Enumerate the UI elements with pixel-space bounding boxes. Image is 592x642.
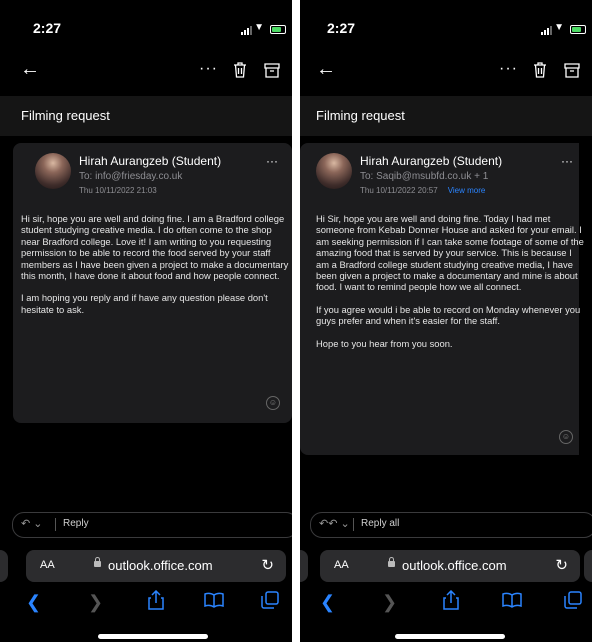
share-icon[interactable]: [442, 590, 460, 610]
more-options-icon[interactable]: ···: [199, 60, 218, 78]
reaction-icon[interactable]: ☺: [266, 396, 280, 410]
status-bar: 2:27 ▼: [300, 0, 592, 52]
body-paragraph: If you agree would i be able to record o…: [316, 303, 581, 327]
trash-icon[interactable]: [233, 62, 247, 78]
chevron-left-icon[interactable]: ❮: [320, 592, 335, 613]
archive-icon[interactable]: [564, 62, 580, 78]
message-more-icon[interactable]: ···: [266, 154, 278, 168]
subject-bar: Filming request: [0, 96, 292, 136]
email-subject: Filming request: [316, 108, 405, 123]
url-text[interactable]: outlook.office.com: [108, 558, 213, 573]
reply-all-icon[interactable]: ↶↶ ⌄: [319, 517, 350, 530]
next-tab-edge[interactable]: [584, 550, 592, 582]
mail-toolbar: ← ···: [0, 52, 292, 92]
subject-bar: Filming request: [300, 96, 592, 136]
chevron-right-icon[interactable]: ❯: [88, 592, 103, 613]
lock-icon: [388, 557, 395, 567]
email-date: Thu 10/11/2022 21:03: [79, 186, 157, 195]
bookmarks-icon[interactable]: [204, 592, 224, 608]
email-subject: Filming request: [21, 108, 110, 123]
archive-icon[interactable]: [264, 62, 280, 78]
battery-icon: [570, 25, 586, 34]
email-date: Thu 10/11/2022 20:57: [360, 186, 438, 195]
view-more-link[interactable]: View more: [448, 186, 486, 195]
email-body: Hi sir, hope you are well and doing fine…: [21, 213, 289, 326]
status-time: 2:27: [327, 20, 356, 36]
prev-tab-edge[interactable]: [0, 550, 8, 582]
lock-icon: [94, 557, 101, 567]
sender-name[interactable]: Hirah Aurangzeb (Student): [79, 154, 221, 168]
body-paragraph: Hope to you hear from you soon.: [316, 337, 453, 349]
wifi-icon: ▼: [254, 22, 264, 33]
divider: [353, 518, 354, 531]
text-size-button[interactable]: AA: [334, 559, 349, 571]
recipient-line: To: Saqib@msubfd.co.uk + 1: [360, 171, 489, 182]
battery-icon: [270, 25, 286, 34]
url-text[interactable]: outlook.office.com: [402, 558, 507, 573]
address-bar[interactable]: AA outlook.office.com ↻: [320, 550, 580, 582]
text-size-button[interactable]: AA: [40, 559, 55, 571]
browser-nav-bar: ❮ ❯: [0, 588, 292, 624]
reply-bar[interactable]: ↶ ⌄ Reply: [12, 512, 292, 538]
email-body: Hi Sir, hope you are well and doing fine…: [316, 213, 586, 360]
home-indicator[interactable]: [98, 634, 208, 639]
trash-icon[interactable]: [533, 62, 547, 78]
recipient-line: To: info@friesday.co.uk: [79, 171, 183, 182]
status-time: 2:27: [33, 20, 62, 36]
reply-label[interactable]: Reply all: [361, 518, 399, 529]
sender-name[interactable]: Hirah Aurangzeb (Student): [360, 154, 502, 168]
browser-nav-bar: ❮ ❯: [300, 588, 592, 624]
prev-tab-edge[interactable]: [300, 550, 308, 582]
signal-icon: [541, 26, 552, 35]
home-indicator[interactable]: [395, 634, 505, 639]
body-paragraph: Hi Sir, hope you are well and doing fine…: [316, 213, 584, 293]
email-date-line: Thu 10/11/2022 20:57 View more: [360, 186, 485, 195]
email-card: Hirah Aurangzeb (Student) To: Saqib@msub…: [300, 143, 584, 455]
reply-label[interactable]: Reply: [63, 518, 89, 529]
tabs-icon[interactable]: [261, 591, 279, 609]
body-paragraph: Hi sir, hope you are well and doing fine…: [21, 213, 289, 282]
reload-icon[interactable]: ↻: [261, 556, 274, 574]
wifi-icon: ▼: [554, 22, 564, 33]
body-paragraph: I am hoping you reply and if have any qu…: [21, 292, 268, 315]
tabs-icon[interactable]: [564, 591, 582, 609]
chevron-right-icon[interactable]: ❯: [382, 592, 397, 613]
right-phone-screen: 2:27 ▼ ← ··· Filming request Hirah Auran…: [300, 0, 592, 642]
back-arrow-icon[interactable]: ←: [316, 58, 336, 81]
reload-icon[interactable]: ↻: [555, 556, 568, 574]
reply-all-bar[interactable]: ↶↶ ⌄ Reply all: [310, 512, 592, 538]
mail-toolbar: ← ···: [300, 52, 592, 92]
reply-icon[interactable]: ↶ ⌄: [21, 517, 43, 530]
signal-icon: [241, 26, 252, 35]
address-bar[interactable]: AA outlook.office.com ↻: [26, 550, 286, 582]
bookmarks-icon[interactable]: [502, 592, 522, 608]
left-phone-screen: 2:27 ▼ ← ··· Filming request Hirah Auran…: [0, 0, 292, 642]
divider: [55, 518, 56, 531]
share-icon[interactable]: [147, 590, 165, 610]
message-more-icon[interactable]: ···: [561, 154, 573, 168]
avatar: [316, 153, 352, 189]
avatar: [35, 153, 71, 189]
more-options-icon[interactable]: ···: [499, 60, 518, 78]
back-arrow-icon[interactable]: ←: [20, 58, 40, 81]
reaction-icon[interactable]: ☺: [559, 430, 573, 444]
email-card: Hirah Aurangzeb (Student) To: info@fries…: [13, 143, 292, 423]
divider: [292, 0, 300, 642]
chevron-left-icon[interactable]: ❮: [26, 592, 41, 613]
status-bar: 2:27 ▼: [0, 0, 292, 52]
